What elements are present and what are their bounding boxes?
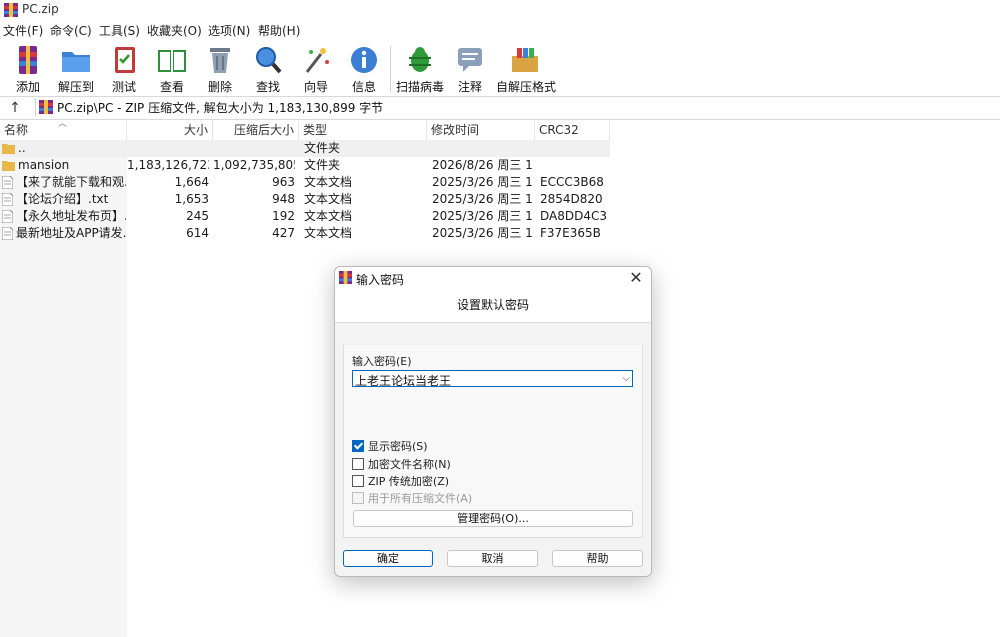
find-button[interactable]: 查找 (246, 42, 290, 94)
file-row[interactable]: 【永久地址发布页】.... 245 192 文本文档 2025/3/26 周三 … (0, 208, 610, 225)
text-document-icon (2, 210, 13, 223)
menu-help[interactable]: 帮助(H) (258, 22, 300, 39)
dialog-title: 输入密码 (356, 273, 405, 287)
virus-scan-icon (409, 47, 431, 72)
column-header-name[interactable]: 名称 ︿ (0, 119, 127, 140)
checkbox-icon (352, 458, 364, 470)
column-header-crc[interactable]: CRC32 (535, 120, 610, 140)
winrar-app-icon (339, 271, 352, 284)
view-icon (158, 50, 186, 72)
column-header-size[interactable]: 大小 (127, 120, 213, 140)
virus-scan-button[interactable]: 扫描病毒 (396, 42, 444, 94)
menu-bar: 文件(F) 命令(C) 工具(S) 收藏夹(O) 选项(N) 帮助(H) (0, 22, 1000, 40)
wizard-button[interactable]: 向导 (294, 42, 338, 94)
menu-tools[interactable]: 工具(S) (99, 22, 140, 39)
use-for-all-checkbox: 用于所有压缩文件(A) (352, 490, 472, 505)
add-archive-icon (19, 46, 37, 74)
dialog-title-bar: 输入密码 ✕ (335, 267, 651, 289)
checkbox-checked-icon (352, 440, 364, 452)
sfx-icon (512, 48, 538, 72)
add-button[interactable]: 添加 (6, 42, 50, 94)
menu-file[interactable]: 文件(F) (3, 22, 43, 39)
column-header-type[interactable]: 类型 (299, 120, 427, 140)
zip-legacy-checkbox[interactable]: ZIP 传统加密(Z) (352, 473, 449, 488)
cancel-button[interactable]: 取消 (447, 550, 538, 567)
delete-button[interactable]: 删除 (198, 42, 242, 94)
extract-to-icon (62, 52, 90, 72)
password-label: 输入密码(E) (352, 355, 412, 368)
folder-icon (2, 144, 15, 154)
dialog-subtitle: 设置默认密码 (335, 289, 651, 323)
address-field[interactable]: PC.zip\PC - ZIP 压缩文件, 解包大小为 1,183,130,89… (35, 98, 998, 116)
ok-button[interactable]: 确定 (343, 550, 433, 567)
password-dialog: 输入密码 ✕ 设置默认密码 输入密码(E) 上老王论坛当老王 ⌵ 显示密码(S)… (334, 266, 652, 577)
wizard-icon (305, 48, 329, 73)
find-icon (256, 47, 282, 74)
file-row-mansion[interactable]: mansion 1,183,126,723 1,092,735,805 文件夹 … (0, 157, 610, 174)
folder-icon (2, 161, 15, 171)
address-path: PC.zip\PC - ZIP 压缩文件, 解包大小为 1,183,130,89… (57, 101, 384, 115)
column-header-modified[interactable]: 修改时间 (427, 120, 535, 140)
column-header-packed[interactable]: 压缩后大小 (213, 120, 299, 140)
password-input[interactable]: 上老王论坛当老王 ⌵ (352, 370, 633, 388)
test-icon (115, 47, 135, 73)
text-document-icon (2, 176, 13, 189)
window-title: PC.zip (22, 2, 59, 16)
archive-icon (39, 100, 53, 114)
show-password-checkbox[interactable]: 显示密码(S) (352, 438, 428, 453)
view-button[interactable]: 查看 (150, 42, 194, 94)
chevron-down-icon[interactable]: ⌵ (622, 371, 630, 386)
up-folder-button[interactable]: ↑ (6, 99, 24, 117)
test-button[interactable]: 测试 (102, 42, 146, 94)
manage-passwords-button[interactable]: 管理密码(O)... (353, 510, 633, 527)
menu-favorites[interactable]: 收藏夹(O) (147, 22, 202, 39)
file-row[interactable]: 【论坛介绍】.txt 1,653 948 文本文档 2025/3/26 周三 1… (0, 191, 610, 208)
info-button[interactable]: 信息 (342, 42, 386, 94)
help-button[interactable]: 帮助 (552, 550, 643, 567)
password-value: 上老王论坛当老王 (355, 374, 452, 388)
file-row-parent[interactable]: .. 文件夹 (0, 140, 610, 157)
menu-options[interactable]: 选项(N) (208, 22, 250, 39)
text-document-icon (2, 193, 13, 206)
file-row[interactable]: 最新地址及APP请发... 614 427 文本文档 2025/3/26 周三 … (0, 225, 610, 242)
delete-icon (210, 48, 230, 73)
close-icon[interactable]: ✕ (625, 268, 647, 288)
file-row[interactable]: 【来了就能下载和观... 1,664 963 文本文档 2025/3/26 周三… (0, 174, 610, 191)
comment-icon (458, 48, 482, 72)
toolbar: 添加 解压到 测试 查看 删除 查找 向导 信息 扫描病毒 注释 自解压格式 (0, 42, 1000, 96)
toolbar-separator (390, 46, 391, 92)
comment-button[interactable]: 注释 (450, 42, 490, 94)
text-document-icon (2, 227, 13, 240)
address-bar: ↑ PC.zip\PC - ZIP 压缩文件, 解包大小为 1,183,130,… (0, 96, 1000, 120)
checkbox-disabled-icon (352, 492, 364, 504)
encrypt-names-checkbox[interactable]: 加密文件名称(N) (352, 456, 451, 471)
winrar-app-icon (4, 3, 18, 17)
sfx-button[interactable]: 自解压格式 (496, 42, 556, 94)
checkbox-icon (352, 475, 364, 487)
sort-ascending-icon: ︿ (58, 119, 68, 129)
title-bar: PC.zip (0, 0, 1000, 20)
info-icon (351, 47, 377, 73)
extract-to-button[interactable]: 解压到 (54, 42, 98, 94)
menu-command[interactable]: 命令(C) (50, 22, 92, 39)
